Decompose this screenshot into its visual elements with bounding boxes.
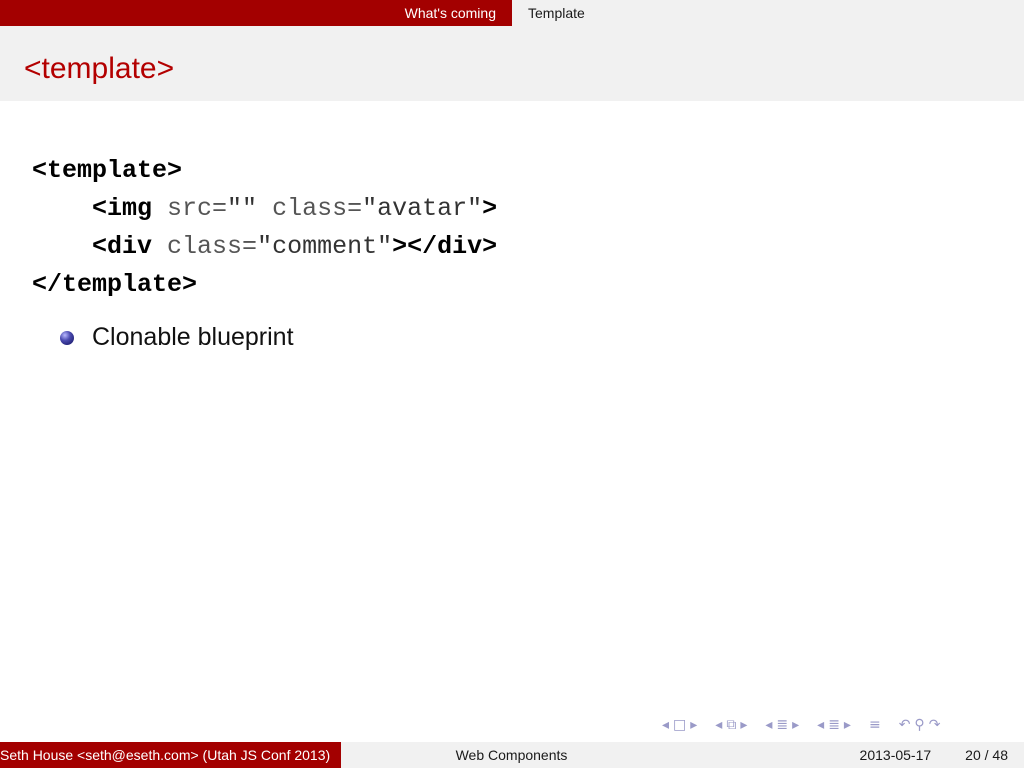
section-navigation-bar: What's coming Template [0,0,1024,26]
code-line-4: </template> [32,270,198,299]
footer-talk-text: Web Components [455,747,568,763]
footer-meta: 2013-05-17 20 / 48 [682,742,1024,768]
code-div-tag: <div [92,232,153,261]
code-div-close: ></div> [392,232,498,261]
footer-author-text: Seth House <seth@eseth.com> (Utah JS Con… [0,747,331,763]
code-img-tag: <img [92,194,153,223]
slide-title: <template> [24,52,175,85]
arrow-right-icon[interactable]: ▸ [844,717,851,733]
nav-section-template[interactable]: Template [512,5,601,21]
code-src-attr: src= [152,194,228,223]
nav-section-whats-coming[interactable]: What's coming [389,5,512,21]
frame-title-bar: <template> [0,26,1024,101]
footer-author: Seth House <seth@eseth.com> (Utah JS Con… [0,742,341,768]
redo-icon[interactable]: ↷ [929,717,941,733]
section-icon[interactable]: ≣ [776,717,788,733]
bullet-ball-icon [60,330,74,345]
nav-left: What's coming [0,0,512,26]
code-line-1: <template> [32,156,183,185]
bullet-text: Clonable blueprint [92,323,294,351]
arrow-right-icon[interactable]: ▸ [690,717,697,733]
arrow-left-icon[interactable]: ◂ [817,717,824,733]
beamer-navigation-symbols: ◂ □ ▸ ◂ ⧉ ▸ ◂ ≣ ▸ ◂ ≣ ▸ ≡ ↶ ⚲ ↷ [662,714,1022,736]
arrow-left-icon[interactable]: ◂ [765,717,772,733]
search-icon[interactable]: ⚲ [914,717,924,733]
code-src-value: "" [227,194,258,223]
footer-bar: Seth House <seth@eseth.com> (Utah JS Con… [0,742,1024,768]
footer-talk: Web Components [341,742,682,768]
nav-right: Template [512,0,1024,26]
bullet-list: Clonable blueprint [60,323,294,352]
code-block: <template> <img src="" class="avatar"> <… [32,152,497,304]
code-div-class-attr: class= [152,232,258,261]
footer-date: 2013-05-17 [859,747,932,763]
code-img-close: > [482,194,498,223]
outline-icon[interactable]: ≡ [869,717,881,733]
code-div-class-value: "comment" [257,232,393,261]
outline-icon[interactable]: ≣ [828,717,840,733]
list-item: Clonable blueprint [60,323,294,352]
code-class-attr: class= [257,194,363,223]
frame-icon[interactable]: □ [673,717,686,733]
arrow-right-icon[interactable]: ▸ [792,717,799,733]
arrow-left-icon[interactable]: ◂ [662,717,669,733]
subsection-icon[interactable]: ⧉ [726,717,736,733]
undo-icon[interactable]: ↶ [899,717,911,733]
footer-page-number: 20 / 48 [965,747,1008,763]
arrow-right-icon[interactable]: ▸ [740,717,747,733]
arrow-left-icon[interactable]: ◂ [715,717,722,733]
code-class-value: "avatar" [362,194,483,223]
